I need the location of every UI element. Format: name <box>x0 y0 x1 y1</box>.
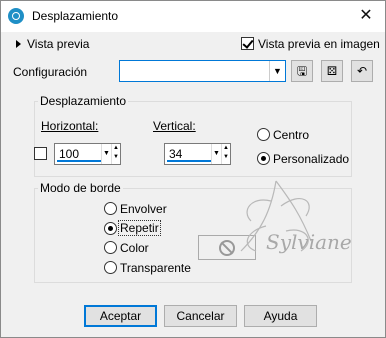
edge-mode-group <box>34 188 352 283</box>
center-radio[interactable] <box>257 128 270 141</box>
offset-group-title: Desplazamiento <box>38 94 129 108</box>
edge-mode-group-title: Modo de borde <box>38 181 123 195</box>
custom-radio[interactable] <box>257 152 270 165</box>
save-preset-button[interactable]: 🖫 <box>291 60 313 82</box>
vertical-stepper-icon[interactable]: ▲ ▼ <box>221 144 230 164</box>
preview-label[interactable]: Vista previa <box>27 37 89 51</box>
preview-expand-icon[interactable] <box>16 40 21 48</box>
edge-transparent-radio[interactable] <box>104 261 117 274</box>
horizontal-spinner[interactable]: 100 ▼ ▲ ▼ <box>54 143 121 165</box>
config-label: Configuración <box>13 65 88 79</box>
randomize-button[interactable]: ⚄ <box>321 60 343 82</box>
custom-label[interactable]: Personalizado <box>273 152 349 166</box>
edge-wrap-label[interactable]: Envolver <box>120 202 167 216</box>
close-button[interactable]: ✕ <box>355 5 377 27</box>
image-preview-checkbox[interactable] <box>241 37 254 50</box>
link-offsets-checkbox[interactable] <box>34 147 47 160</box>
image-preview-label[interactable]: Vista previa en imagen <box>258 37 380 51</box>
save-icon: 🖫 <box>296 64 308 78</box>
cancel-button[interactable]: Cancelar <box>164 305 237 327</box>
chevron-down-icon[interactable]: ▼ <box>269 61 285 81</box>
vertical-label: Vertical: <box>153 119 196 133</box>
vertical-spinner[interactable]: 34 ▼ ▲ ▼ <box>164 143 231 165</box>
horizontal-dropdown-icon[interactable]: ▼ <box>101 144 111 164</box>
vertical-dropdown-icon[interactable]: ▼ <box>211 144 221 164</box>
dice-icon: ⚄ <box>326 64 338 78</box>
horizontal-value[interactable]: 100 <box>59 147 79 161</box>
edge-repeat-label[interactable]: Repetir <box>118 220 161 236</box>
edge-color-swatch[interactable] <box>198 235 256 260</box>
window-title: Desplazamiento <box>32 9 119 23</box>
horizontal-label: Horizontal: <box>41 119 99 133</box>
help-button[interactable]: Ayuda <box>244 305 317 327</box>
vertical-value[interactable]: 34 <box>169 147 182 161</box>
edge-color-label[interactable]: Color <box>120 241 149 255</box>
title-bar: Desplazamiento ✕ <box>1 1 385 32</box>
edge-transparent-label[interactable]: Transparente <box>120 261 191 275</box>
horizontal-stepper-icon[interactable]: ▲ ▼ <box>111 144 120 164</box>
edge-color-radio[interactable] <box>104 241 117 254</box>
edge-wrap-radio[interactable] <box>104 202 117 215</box>
app-icon <box>8 8 24 24</box>
center-label[interactable]: Centro <box>273 128 309 142</box>
reset-icon: ↶ <box>356 64 368 78</box>
reset-button[interactable]: ↶ <box>351 60 373 82</box>
ok-button[interactable]: Aceptar <box>84 305 157 327</box>
edge-repeat-radio[interactable] <box>104 222 117 235</box>
disabled-icon <box>219 240 235 256</box>
dialog-window: Desplazamiento ✕ Vista previa Vista prev… <box>0 0 386 338</box>
config-dropdown[interactable]: ▼ <box>119 60 286 82</box>
